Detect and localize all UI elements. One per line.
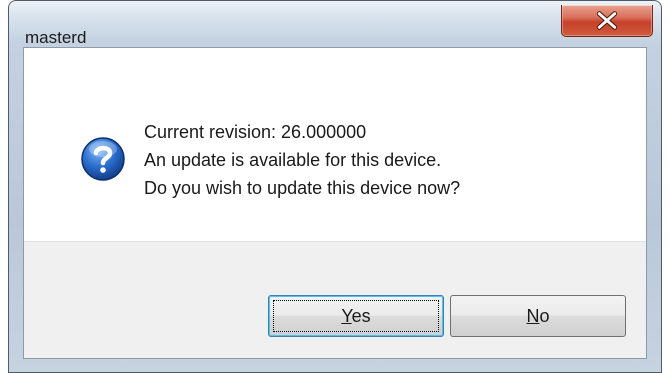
dialog-window: masterd Current revision: 26.000000 An u… xyxy=(8,0,662,373)
focus-rectangle xyxy=(273,300,439,332)
dialog-client-area: Current revision: 26.000000 An update is… xyxy=(23,47,647,359)
button-bar: Yes No xyxy=(24,241,646,358)
no-button-label: o xyxy=(539,306,550,326)
close-icon xyxy=(596,11,618,30)
no-button[interactable]: No xyxy=(450,295,626,337)
window-title: masterd xyxy=(25,28,87,47)
yes-button[interactable]: Yes xyxy=(268,295,444,337)
message-line-revision: Current revision: 26.000000 xyxy=(144,122,367,142)
message-line-update-prompt: Do you wish to update this device now? xyxy=(144,178,461,198)
message-text: Current revision: 26.000000 An update is… xyxy=(144,118,460,202)
question-icon xyxy=(81,137,125,181)
no-button-accelerator: N xyxy=(526,306,540,326)
title-bar[interactable]: masterd xyxy=(9,1,661,46)
close-button[interactable] xyxy=(561,5,653,37)
message-area: Current revision: 26.000000 An update is… xyxy=(24,48,646,241)
message-line-update-available: An update is available for this device. xyxy=(144,150,442,170)
